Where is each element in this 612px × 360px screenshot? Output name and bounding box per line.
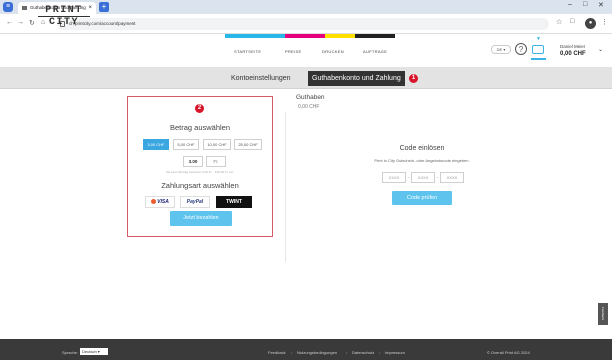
- language-select[interactable]: DE ▾: [491, 45, 511, 54]
- user-menu-chevron-icon[interactable]: ⌄: [598, 46, 603, 53]
- back-icon[interactable]: ←: [6, 19, 13, 26]
- amount-option-5[interactable]: 5,00 CHF: [173, 139, 199, 150]
- url-field[interactable]: ch.printcity.com/account/payment: [57, 18, 549, 30]
- voucher-description: Print in City Gutschein- oder Angebotsco…: [374, 158, 470, 163]
- mastercard-icon: [151, 199, 157, 205]
- profile-avatar[interactable]: ●: [585, 18, 596, 29]
- amount-option-25[interactable]: 25,00 CHF: [234, 139, 262, 150]
- nav-preise[interactable]: PREISE: [285, 49, 301, 54]
- minimize-button[interactable]: –: [568, 1, 572, 8]
- forward-icon[interactable]: →: [17, 19, 24, 26]
- yellow-stripe: [325, 34, 355, 38]
- close-window-button[interactable]: ✕: [598, 1, 604, 9]
- custom-amount-input[interactable]: 3.00: [183, 156, 203, 167]
- cart-icon[interactable]: [532, 45, 544, 54]
- nav-drucken[interactable]: DRUCKEN: [322, 49, 344, 54]
- new-tab-button[interactable]: +: [99, 2, 109, 12]
- column-divider: [285, 112, 286, 262]
- amount-section-title: Betrag auswählen: [169, 123, 231, 132]
- amount-hint: Sie einen Betrag zwischen 3,00 Fr. - 100…: [165, 170, 235, 174]
- payment-paypal[interactable]: PayPal: [180, 196, 210, 208]
- pay-now-button[interactable]: Jetzt bezahlen: [170, 211, 232, 226]
- nav-auftraege[interactable]: AUFTRÄGE: [363, 49, 387, 54]
- browser-menu-icon[interactable]: ⋮: [601, 18, 608, 26]
- key-stripe: [355, 34, 395, 38]
- cart-indicator-icon: ▼: [536, 36, 541, 42]
- user-name[interactable]: Daniel Meier: [560, 44, 585, 49]
- main-content: [0, 89, 612, 339]
- voucher-code-field-2[interactable]: XXXX: [411, 172, 435, 183]
- voucher-title: Code einlösen: [399, 145, 445, 152]
- tab-guthabenkonto[interactable]: Guthabenkonto und Zahlung: [308, 71, 405, 86]
- voucher-code-field-1[interactable]: XXXX: [382, 172, 406, 183]
- footer-language-label: Sprache:: [62, 350, 79, 355]
- payment-section-title: Zahlungsart auswählen: [161, 181, 239, 190]
- tab-kontoeinstellungen[interactable]: Kontoeinstellungen: [227, 71, 295, 86]
- balance-value: 0,00 CHF: [298, 104, 320, 110]
- extensions-icon[interactable]: □: [570, 18, 574, 25]
- footer-separator: •: [379, 350, 381, 355]
- help-icon[interactable]: ?: [515, 43, 527, 55]
- cyan-stripe: [225, 34, 285, 38]
- voucher-code-field-3[interactable]: XXXX: [440, 172, 464, 183]
- tab-menu-icon[interactable]: ≡: [3, 2, 13, 12]
- favicon-icon: [22, 6, 27, 10]
- annotation-badge-1: 1: [409, 74, 418, 83]
- footer-language-select[interactable]: Deutsch ▾: [80, 348, 108, 355]
- print-city-logo[interactable]: PRINT CITY: [38, 5, 90, 28]
- balance-title: Guthaben: [296, 94, 325, 101]
- magenta-stripe: [285, 34, 325, 38]
- footer-separator: •: [346, 350, 348, 355]
- feedback-side-tab[interactable]: Feedback: [598, 303, 608, 325]
- amount-option-10[interactable]: 10,00 CHF: [203, 139, 231, 150]
- voucher-dash: -: [408, 175, 410, 181]
- footer-link-feedback[interactable]: Feedback: [268, 350, 286, 355]
- footer-link-privacy[interactable]: Datenschutz: [352, 350, 374, 355]
- maximize-button[interactable]: □: [583, 1, 587, 8]
- bookmark-star-icon[interactable]: ☆: [556, 18, 562, 26]
- account-tabs-bar: [0, 67, 612, 89]
- reload-icon[interactable]: ↻: [29, 19, 35, 27]
- footer-copyright: © Overall Print AG 2024: [487, 350, 530, 355]
- custom-amount-unit: Fr.: [206, 156, 226, 167]
- amount-option-3[interactable]: 3,00 CHF: [143, 139, 169, 150]
- cart-active-underline: [531, 58, 546, 60]
- footer-link-terms[interactable]: Nutzungsbedingungen: [297, 350, 337, 355]
- annotation-badge-2: 2: [195, 104, 204, 113]
- browser-tab-bar: ≡ Guthabenkonto und Zahlung × + – □ ✕: [0, 0, 612, 14]
- footer-separator: •: [291, 350, 293, 355]
- voucher-dash: -: [437, 175, 439, 181]
- user-balance[interactable]: 0,00 CHF: [560, 51, 586, 57]
- footer-link-imprint[interactable]: Impressum: [385, 350, 405, 355]
- payment-twint[interactable]: TWINT: [216, 196, 252, 208]
- payment-visa-mastercard[interactable]: VISA: [145, 196, 175, 208]
- address-bar: ← → ↻ ⌂ ch.printcity.com/account/payment…: [0, 14, 612, 34]
- nav-startseite[interactable]: STARTSEITE: [234, 49, 261, 54]
- check-code-button[interactable]: Code prüfen: [392, 191, 452, 205]
